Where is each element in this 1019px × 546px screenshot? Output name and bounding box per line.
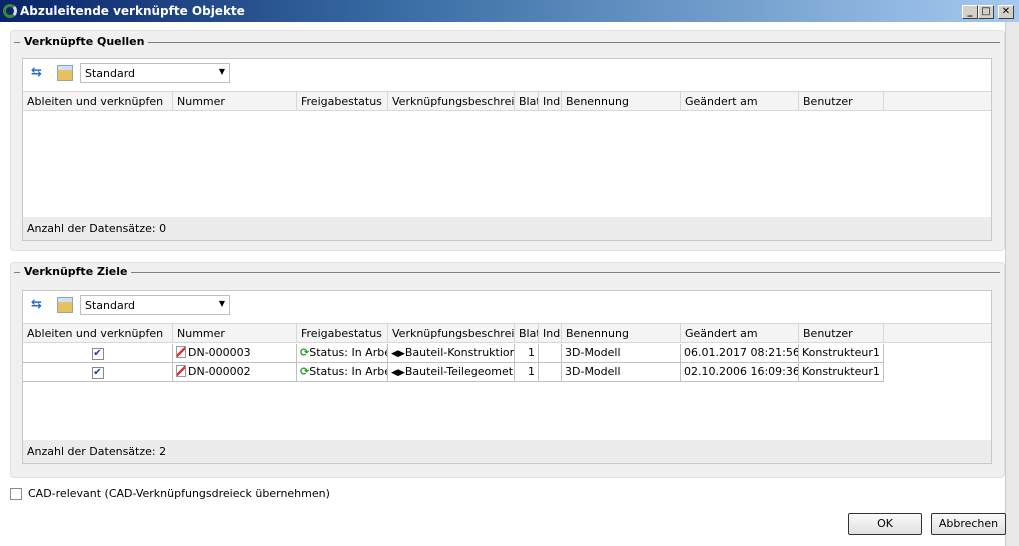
- divider: [14, 42, 1000, 43]
- cell-benennung: 3D-Modell: [562, 344, 681, 362]
- derive-link-cell[interactable]: ✔: [23, 344, 173, 362]
- column-header[interactable]: Verknüpfungsbeschreibu: [388, 324, 515, 342]
- cell-index: [539, 344, 562, 362]
- column-header[interactable]: Verknüpfungsbeschreibu: [388, 92, 515, 110]
- column-header[interactable]: Benutzer: [799, 324, 884, 342]
- blatt-value: 1: [528, 346, 535, 359]
- minimize-button[interactable]: _: [962, 5, 978, 19]
- column-header-empty: [884, 324, 991, 342]
- geaendert-value: 06.01.2017 08:21:56: [684, 346, 799, 359]
- sources-title: Verknüpfte Quellen: [20, 35, 149, 48]
- blatt-value: 1: [528, 365, 535, 378]
- maximize-button[interactable]: □: [978, 5, 994, 19]
- cell-benennung: 3D-Modell: [562, 363, 681, 381]
- table-header: Ableiten und verknüpfen Nummer Freigabesta…: [23, 91, 991, 111]
- checkbox[interactable]: [10, 487, 22, 500]
- cell-status: ⟳Status: In Arbeit: [297, 344, 388, 362]
- link-arrows-icon: ◀▶: [391, 349, 405, 359]
- nummer-value: DN-000003: [188, 346, 251, 359]
- column-header[interactable]: Ind: [539, 92, 562, 110]
- column-header[interactable]: Geändert am: [681, 92, 799, 110]
- cancel-button[interactable]: Abbrechen: [931, 513, 1006, 535]
- benutzer-value: Konstrukteur1: [802, 365, 880, 378]
- benennung-value: 3D-Modell: [565, 365, 621, 378]
- view-settings-icon[interactable]: [57, 65, 73, 81]
- column-header-empty: [884, 92, 991, 110]
- column-header[interactable]: Nummer: [173, 92, 297, 110]
- view-select-value: Standard: [85, 67, 136, 80]
- column-header[interactable]: Nummer: [173, 324, 297, 342]
- chevron-down-icon: ▼: [218, 67, 225, 76]
- desc-value: Bauteil-Konstruktion: [404, 346, 515, 359]
- refresh-icon[interactable]: ⇆: [31, 65, 42, 80]
- column-header[interactable]: Ableiten und verknüpfen: [23, 324, 173, 342]
- benennung-value: 3D-Modell: [565, 346, 621, 359]
- refresh-icon[interactable]: ⇆: [31, 297, 42, 312]
- column-header[interactable]: Ind: [539, 324, 562, 342]
- divider: [14, 272, 1000, 273]
- record-count: Anzahl der Datensätze: 0: [23, 217, 991, 240]
- cell-index: [539, 363, 562, 381]
- column-header[interactable]: Benennung: [562, 324, 681, 342]
- window-title: Abzuleitende verknüpfte Objekte: [20, 4, 245, 18]
- cad-relevant-label: CAD-relevant (CAD-Verknüpfungsdreieck üb…: [28, 487, 330, 500]
- column-header[interactable]: Freigabestatus: [297, 324, 388, 342]
- column-header[interactable]: Blat: [515, 324, 539, 342]
- cad-relevant-checkbox[interactable]: CAD-relevant (CAD-Verknüpfungsdreieck üb…: [10, 487, 330, 500]
- geaendert-value: 02.10.2006 16:09:36: [684, 365, 799, 378]
- view-select[interactable]: Standard ▼: [80, 63, 230, 83]
- cell-blatt: 1: [515, 363, 539, 381]
- window-edge: [1005, 22, 1019, 546]
- app-icon: [3, 4, 17, 18]
- document-icon: [176, 365, 186, 377]
- derive-link-cell[interactable]: ✔: [23, 363, 173, 381]
- record-count: Anzahl der Datensätze: 2: [23, 440, 991, 463]
- column-header[interactable]: Ableiten und verknüpfen: [23, 92, 173, 110]
- cell-geaendert: 02.10.2006 16:09:36: [681, 363, 799, 381]
- sources-grid: ⇆ Standard ▼ Ableiten und verknüpfen Numme…: [22, 58, 992, 241]
- cell-nummer: DN-000003: [173, 344, 297, 362]
- view-select-value: Standard: [85, 299, 136, 312]
- cell-desc: ◀▶Bauteil-Teilegeometrie: [388, 363, 515, 381]
- view-settings-icon[interactable]: [57, 297, 73, 313]
- link-arrows-icon: ◀▶: [391, 368, 405, 378]
- ok-button[interactable]: OK: [848, 513, 922, 535]
- status-value: Status: In Arbeit: [309, 346, 387, 359]
- cell-geaendert: 06.01.2017 08:21:56: [681, 344, 799, 362]
- table-row[interactable]: ✔DN-000003⟳Status: In Arbeit◀▶Bauteil-Ko…: [23, 344, 884, 363]
- nummer-value: DN-000002: [188, 365, 251, 378]
- checkbox[interactable]: ✔: [91, 367, 104, 379]
- column-header[interactable]: Blat: [515, 92, 539, 110]
- column-header[interactable]: Benennung: [562, 92, 681, 110]
- status-cycle-icon: ⟳: [300, 365, 310, 378]
- table-row[interactable]: ✔DN-000002⟳Status: In Arbeit◀▶Bauteil-Te…: [23, 363, 884, 382]
- cell-nummer: DN-000002: [173, 363, 297, 381]
- status-value: Status: In Arbeit: [309, 365, 387, 378]
- close-button[interactable]: ✕: [998, 5, 1014, 19]
- checkbox[interactable]: ✔: [91, 348, 104, 360]
- targets-grid: ⇆ Standard ▼ Ableiten und verknüpfen Numme…: [22, 290, 992, 464]
- view-select[interactable]: Standard ▼: [80, 295, 230, 315]
- benutzer-value: Konstrukteur1: [802, 346, 880, 359]
- table-header: Ableiten und verknüpfen Nummer Freigabesta…: [23, 323, 991, 343]
- targets-title: Verknüpfte Ziele: [20, 265, 132, 278]
- chevron-down-icon: ▼: [218, 299, 225, 308]
- status-cycle-icon: ⟳: [300, 346, 310, 359]
- title-bar: Abzuleitende verknüpfte Objekte _ □ ✕: [0, 0, 1019, 22]
- cell-benutzer: Konstrukteur1: [799, 363, 884, 381]
- column-header[interactable]: Benutzer: [799, 92, 884, 110]
- cell-benutzer: Konstrukteur1: [799, 344, 884, 362]
- desc-value: Bauteil-Teilegeometrie: [404, 365, 514, 378]
- column-header[interactable]: Freigabestatus: [297, 92, 388, 110]
- cell-blatt: 1: [515, 344, 539, 362]
- column-header[interactable]: Geändert am: [681, 324, 799, 342]
- document-icon: [176, 346, 186, 358]
- cell-status: ⟳Status: In Arbeit: [297, 363, 388, 381]
- cell-desc: ◀▶Bauteil-Konstruktion: [388, 344, 515, 362]
